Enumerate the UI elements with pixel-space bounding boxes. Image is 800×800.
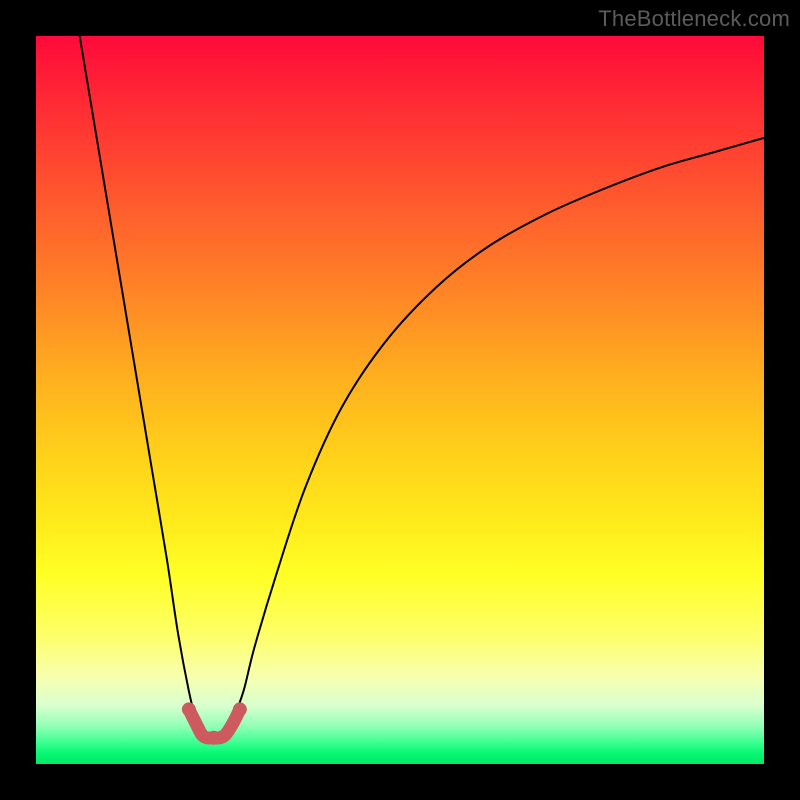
left-branch-path [80,36,202,735]
right-branch-path [225,138,764,735]
bottom-marker-dot [207,731,221,745]
bottom-marker-dot [182,702,196,716]
curve-layer [36,36,764,764]
plot-area [36,36,764,764]
bottom-marker-dot [233,702,247,716]
chart-frame: TheBottleneck.com [0,0,800,800]
watermark-text: TheBottleneck.com [598,6,790,32]
